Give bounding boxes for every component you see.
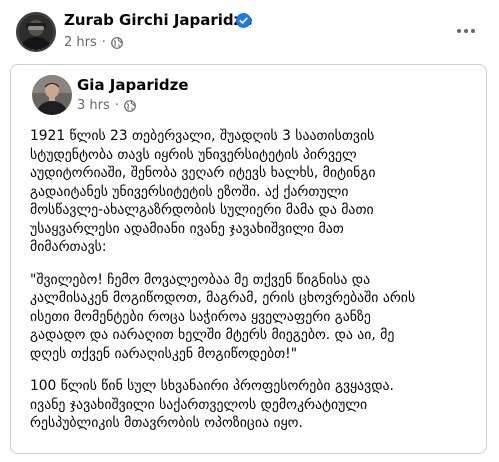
globe-icon[interactable]: [111, 36, 123, 49]
shared-post-timestamp[interactable]: 3 hrs: [77, 98, 110, 113]
post-paragraph: 1921 წლის 23 თებერვალი, შუადღის 3 საათის…: [30, 128, 376, 255]
meta-separator: ·: [101, 35, 106, 50]
author-name[interactable]: Zurab Girchi Japaridze: [64, 11, 253, 29]
shared-author-avatar-image: [32, 75, 72, 115]
verified-badge-icon: [236, 13, 251, 28]
feed-post: Zurab Girchi Japaridze 2 hrs · Gia Japar…: [0, 0, 499, 462]
globe-icon[interactable]: [124, 99, 136, 112]
more-dot: [471, 29, 475, 33]
post-meta: 2 hrs ·: [64, 35, 123, 50]
more-dot: [464, 29, 468, 33]
more-options-button[interactable]: [452, 20, 480, 42]
post-paragraph: 100 წლის წინ სულ სხვანაირი პროფესორები გ…: [30, 378, 394, 431]
shared-post-meta: 3 hrs ·: [77, 98, 136, 113]
shared-author-avatar[interactable]: [32, 75, 72, 115]
post-timestamp[interactable]: 2 hrs: [64, 35, 97, 50]
meta-separator: ·: [114, 98, 119, 113]
author-avatar-image: [18, 14, 54, 50]
post-header: Zurab Girchi Japaridze 2 hrs ·: [0, 0, 499, 60]
author-avatar[interactable]: [16, 12, 56, 52]
post-paragraph-quote: "შვილებო! ჩემო მოვალეობაა მე თქვენ წიგნი…: [30, 271, 416, 362]
shared-post-text: 1921 წლის 23 თებერვალი, შუადღის 3 საათის…: [30, 127, 480, 447]
shared-author-name[interactable]: Gia Japaridze: [77, 76, 189, 94]
more-dot: [457, 29, 461, 33]
shared-post-card[interactable]: Gia Japaridze 3 hrs · 1921 წლის 23 თებერ…: [10, 64, 487, 454]
